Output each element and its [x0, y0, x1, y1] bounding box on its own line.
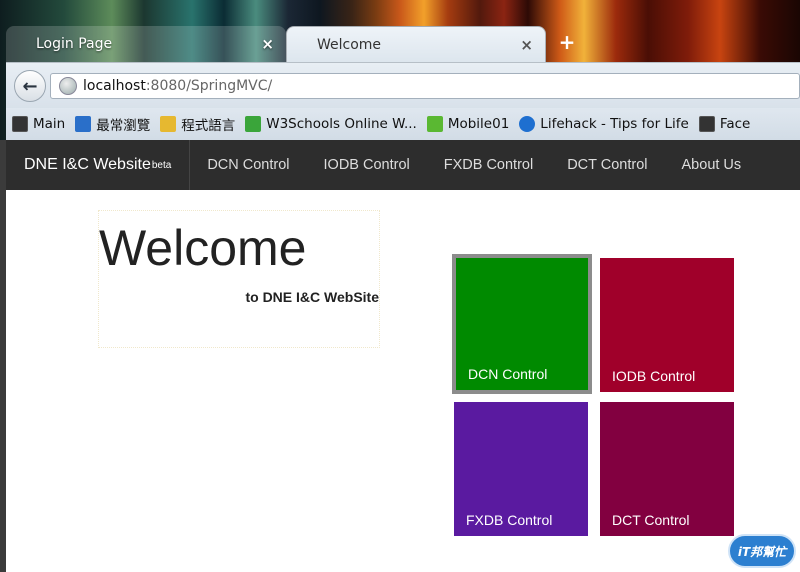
- page-icon: [12, 116, 28, 132]
- tile-dct-control[interactable]: DCT Control: [600, 402, 734, 536]
- tab-label: Login Page: [36, 36, 113, 52]
- mobile01-icon: [426, 116, 443, 132]
- close-icon[interactable]: ×: [261, 35, 274, 53]
- new-tab-button[interactable]: +: [556, 30, 578, 54]
- nav-dct-control[interactable]: DCT Control: [550, 140, 664, 190]
- brand-name: DNE I&C Website: [24, 156, 151, 173]
- bookmark-most-visited[interactable]: 最常瀏覽: [75, 114, 150, 134]
- welcome-hero: Welcome to DNE I&C WebSite: [98, 210, 380, 348]
- bookmark-label: 最常瀏覽: [96, 118, 151, 134]
- tile-label: IODB Control: [612, 368, 696, 384]
- tile-label: FXDB Control: [466, 512, 553, 528]
- bookmarks-bar: Main 最常瀏覽 程式語言 W3Schools Online W... Mob…: [6, 108, 800, 141]
- page-icon: [698, 116, 715, 132]
- back-arrow-icon: ←: [22, 75, 38, 97]
- url-path: :8080/SpringMVC/: [145, 78, 273, 94]
- tab-welcome[interactable]: Welcome ×: [286, 26, 546, 62]
- nav-fxdb-control[interactable]: FXDB Control: [427, 140, 550, 190]
- folder-icon: [160, 116, 177, 132]
- tab-label: Welcome: [317, 36, 382, 53]
- page-subtitle: to DNE I&C WebSite: [245, 289, 379, 305]
- site-brand[interactable]: DNE I&C Website beta: [6, 140, 191, 190]
- bookmark-lifehack[interactable]: Lifehack - Tips for Life: [519, 116, 689, 132]
- bookmark-label: Lifehack - Tips for Life: [540, 116, 689, 132]
- lifehack-icon: [519, 116, 536, 132]
- bookmark-label: Face: [719, 116, 751, 132]
- watermark-logo: iT邦幫忙: [728, 534, 796, 568]
- page-title: Welcome: [99, 220, 307, 276]
- tile-fxdb-control[interactable]: FXDB Control: [454, 402, 588, 536]
- nav-iodb-control[interactable]: IODB Control: [307, 140, 427, 190]
- site-navbar: DNE I&C Website beta DCN Control IODB Con…: [6, 140, 800, 190]
- brand-beta-badge: beta: [151, 159, 172, 171]
- nav-about-us[interactable]: About Us: [665, 140, 759, 190]
- bookmark-programming[interactable]: 程式語言: [160, 114, 235, 134]
- back-button[interactable]: ←: [14, 70, 46, 102]
- page-content: Welcome to DNE I&C WebSite DCN Control I…: [6, 190, 800, 572]
- bookmark-label: 程式語言: [181, 118, 236, 134]
- tile-label: DCT Control: [612, 512, 690, 528]
- bookmark-label: Main: [33, 116, 66, 132]
- close-icon[interactable]: ×: [520, 36, 533, 54]
- bookmark-label: Mobile01: [447, 116, 510, 132]
- bookmark-main[interactable]: Main: [12, 116, 65, 132]
- tab-login-page[interactable]: Login Page ×: [6, 26, 286, 62]
- search-icon: [75, 116, 92, 132]
- tile-dcn-control[interactable]: DCN Control: [452, 254, 592, 394]
- url-host: localhost: [83, 78, 146, 94]
- tile-label: DCN Control: [468, 366, 548, 382]
- bookmark-w3schools[interactable]: W3Schools Online W...: [245, 116, 417, 132]
- w3schools-icon: [245, 116, 262, 132]
- bookmark-face[interactable]: Face: [698, 116, 751, 132]
- address-bar[interactable]: localhost :8080/SpringMVC/: [50, 73, 800, 99]
- browser-toolbar: ← localhost :8080/SpringMVC/: [6, 62, 800, 109]
- nav-dcn-control[interactable]: DCN Control: [190, 140, 306, 190]
- bookmark-label: W3Schools Online W...: [266, 116, 417, 132]
- globe-icon: [59, 77, 77, 95]
- tile-iodb-control[interactable]: IODB Control: [600, 258, 734, 392]
- bookmark-mobile01[interactable]: Mobile01: [426, 116, 510, 132]
